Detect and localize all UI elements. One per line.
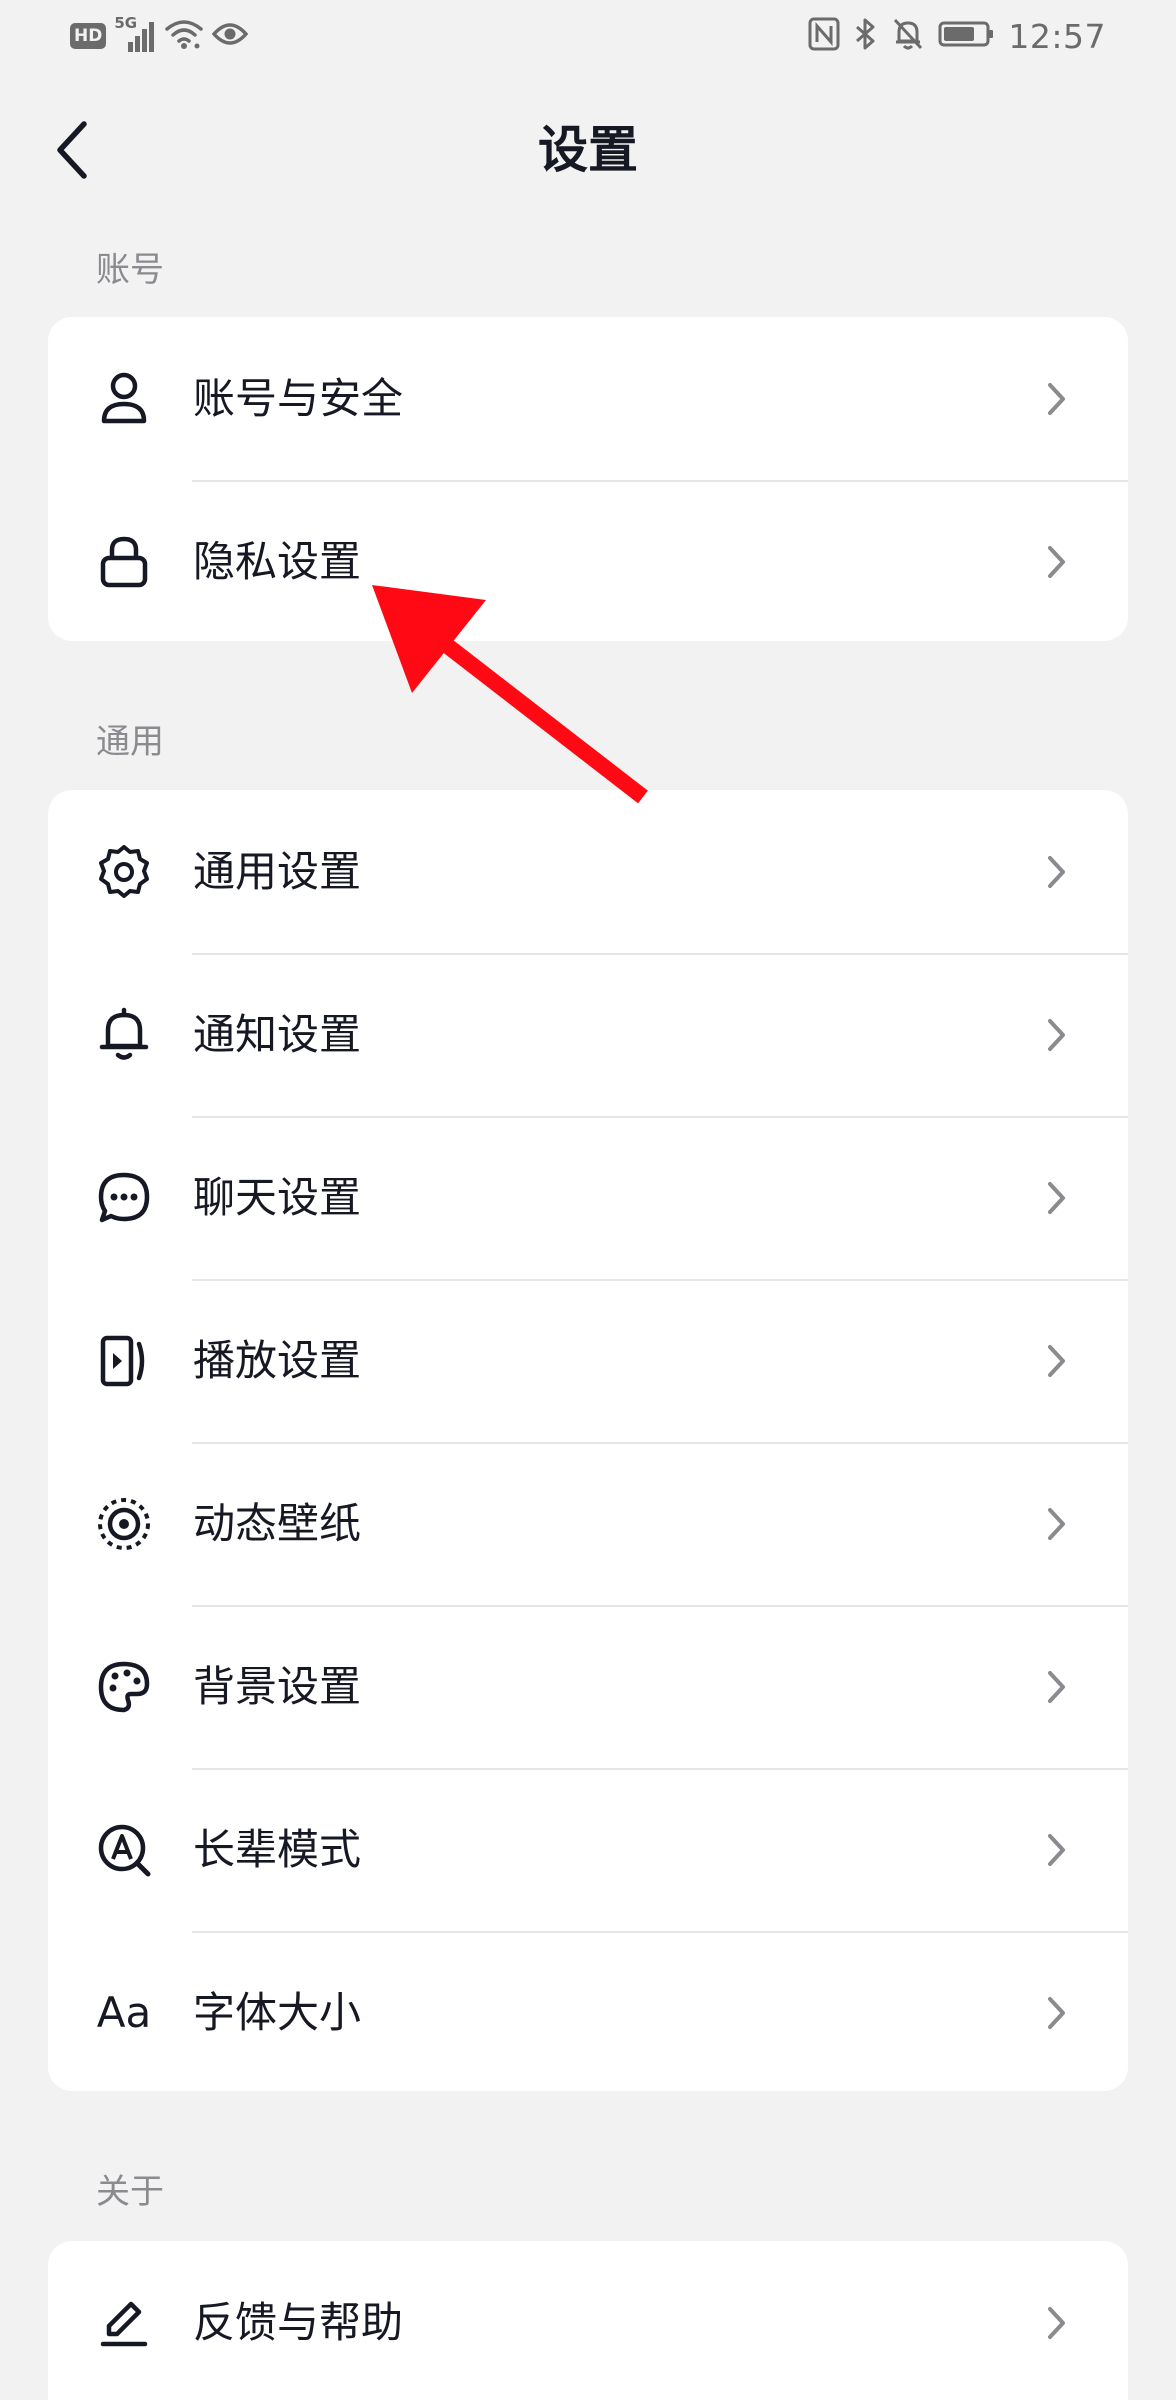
chevron-right-icon bbox=[1036, 1178, 1076, 1218]
menu-item-label: 反馈与帮助 bbox=[193, 2297, 404, 2347]
network-5g-icon: 5G bbox=[114, 14, 156, 54]
hd-badge: HD bbox=[70, 23, 107, 49]
play-screen-icon bbox=[94, 1331, 154, 1391]
about-card: 反馈与帮助 bbox=[48, 2241, 1128, 2400]
page-title: 设置 bbox=[538, 121, 638, 179]
lock-icon bbox=[94, 532, 154, 592]
battery-icon bbox=[938, 20, 994, 52]
settings-page: HD 5G 12:57 设置 账号 账号与安全 隐私设置 通用 通用设置 通知设… bbox=[0, 0, 1176, 2400]
menu-item-general-settings[interactable]: 通用设置 bbox=[48, 790, 1128, 953]
menu-item-label: 字体大小 bbox=[193, 1987, 362, 2037]
palette-icon bbox=[94, 1657, 154, 1717]
menu-item-font-size[interactable]: Aa 字体大小 bbox=[48, 1931, 1128, 2091]
chevron-right-icon bbox=[1036, 542, 1076, 582]
menu-item-dynamic-wallpaper[interactable]: 动态壁纸 bbox=[48, 1442, 1128, 1605]
menu-item-label: 聊天设置 bbox=[193, 1172, 362, 1222]
menu-item-label: 通用设置 bbox=[193, 846, 362, 896]
section-label-about: 关于 bbox=[96, 2172, 164, 2212]
wifi-icon bbox=[164, 17, 204, 55]
elder-mode-icon bbox=[94, 1820, 154, 1880]
chevron-right-icon bbox=[1036, 1993, 1076, 2033]
chevron-right-icon bbox=[1036, 1830, 1076, 1870]
nav-header: 设置 bbox=[0, 90, 1176, 210]
menu-item-elder-mode[interactable]: 长辈模式 bbox=[48, 1768, 1128, 1931]
menu-item-account-security[interactable]: 账号与安全 bbox=[48, 317, 1128, 480]
status-left: HD 5G bbox=[70, 14, 249, 55]
menu-item-background-settings[interactable]: 背景设置 bbox=[48, 1605, 1128, 1768]
chevron-right-icon bbox=[1036, 1015, 1076, 1055]
menu-item-label: 账号与安全 bbox=[193, 373, 404, 423]
chevron-right-icon bbox=[1036, 852, 1076, 892]
menu-item-notification-settings[interactable]: 通知设置 bbox=[48, 953, 1128, 1116]
menu-item-label: 隐私设置 bbox=[193, 536, 362, 586]
menu-item-feedback-help[interactable]: 反馈与帮助 bbox=[48, 2241, 1128, 2400]
status-bar: HD 5G 12:57 bbox=[0, 0, 1176, 72]
bell-muted-icon bbox=[892, 17, 924, 55]
chevron-right-icon bbox=[1036, 1341, 1076, 1381]
chat-bubble-icon bbox=[94, 1168, 154, 1228]
status-right: 12:57 bbox=[808, 14, 1106, 58]
menu-item-label: 动态壁纸 bbox=[193, 1498, 362, 1548]
gear-icon bbox=[94, 842, 154, 902]
font-size-icon: Aa bbox=[84, 1983, 164, 2043]
menu-item-playback-settings[interactable]: 播放设置 bbox=[48, 1279, 1128, 1442]
bluetooth-icon bbox=[854, 17, 878, 55]
chevron-right-icon bbox=[1036, 2303, 1076, 2343]
chevron-right-icon bbox=[1036, 379, 1076, 419]
menu-item-privacy-settings[interactable]: 隐私设置 bbox=[48, 480, 1128, 641]
section-label-general: 通用 bbox=[96, 722, 164, 762]
menu-item-label: 长辈模式 bbox=[193, 1824, 362, 1874]
edit-pen-icon bbox=[94, 2293, 154, 2353]
font-size-glyph: Aa bbox=[96, 1988, 152, 2037]
general-card: 通用设置 通知设置 聊天设置 播放设置 动态壁纸 背景设置 长辈模式 Aa 字体… bbox=[48, 790, 1128, 2091]
dynamic-wallpaper-icon bbox=[94, 1494, 154, 1554]
nfc-icon bbox=[808, 17, 840, 55]
menu-item-label: 背景设置 bbox=[193, 1661, 362, 1711]
status-time: 12:57 bbox=[1008, 16, 1106, 56]
chevron-right-icon bbox=[1036, 1504, 1076, 1544]
menu-item-chat-settings[interactable]: 聊天设置 bbox=[48, 1116, 1128, 1279]
user-icon bbox=[94, 369, 154, 429]
eye-icon bbox=[212, 20, 249, 52]
account-card: 账号与安全 隐私设置 bbox=[48, 317, 1128, 641]
section-label-account: 账号 bbox=[96, 250, 164, 290]
menu-item-label: 通知设置 bbox=[193, 1009, 362, 1059]
menu-item-label: 播放设置 bbox=[193, 1335, 362, 1385]
bell-icon bbox=[94, 1005, 154, 1065]
chevron-right-icon bbox=[1036, 1667, 1076, 1707]
